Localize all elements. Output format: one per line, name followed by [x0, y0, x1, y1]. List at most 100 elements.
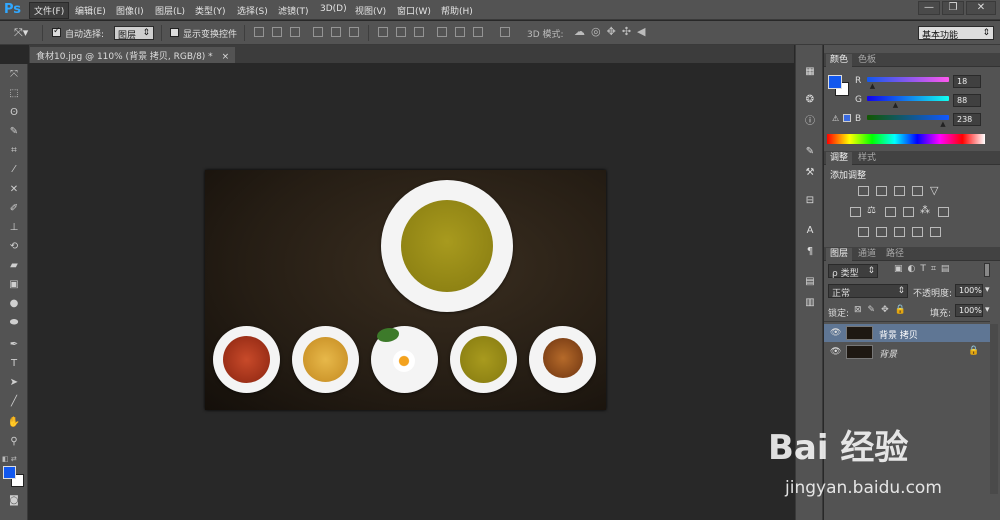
3d-mode-icons[interactable]: ☁◎✥✣◀	[574, 25, 652, 38]
move-tool-icon[interactable]: ⤧	[6, 68, 22, 82]
align-right-icon[interactable]	[349, 27, 359, 37]
path-select-icon[interactable]: ➤	[6, 376, 22, 390]
workspace-dropdown[interactable]: 基本功能 ⇕	[918, 26, 994, 41]
close-tab-icon[interactable]: ×	[222, 52, 230, 62]
layer-row-bg[interactable]: 👁 背景 🔒	[824, 343, 990, 361]
distribute-hcenter-icon[interactable]	[455, 27, 465, 37]
align-top-icon[interactable]	[254, 27, 264, 37]
auto-select-dropdown[interactable]: 图层 ⇕	[114, 26, 154, 41]
hue-saturation-icon[interactable]	[850, 207, 861, 217]
document-image[interactable]	[205, 170, 606, 410]
fill-field[interactable]: 100%	[955, 304, 983, 317]
vibrance-icon[interactable]: ▽	[930, 184, 938, 197]
visibility-eye-icon[interactable]: 👁	[830, 347, 841, 357]
levels-icon[interactable]	[876, 186, 887, 196]
foreground-color-swatch[interactable]	[3, 466, 16, 479]
menu-help[interactable]: 帮助(H)	[441, 4, 473, 17]
brush-panel-icon[interactable]: ✎	[803, 145, 817, 159]
quick-mask-icon[interactable]: ◙	[6, 494, 22, 508]
threshold-icon[interactable]	[894, 227, 905, 237]
menu-file[interactable]: 文件(F)	[29, 2, 70, 19]
gamut-warning-icon[interactable]: ⚠	[832, 114, 839, 123]
fg-color-chip[interactable]	[828, 75, 842, 89]
invert-icon[interactable]	[858, 227, 869, 237]
hand-tool-icon[interactable]: ✋	[6, 416, 22, 430]
align-hcenter-icon[interactable]	[331, 27, 341, 37]
tool-presets-icon[interactable]: ⚒	[803, 166, 817, 180]
default-colors-icon[interactable]: ◧ ⇄	[2, 455, 17, 463]
notes-panel-icon[interactable]: ▥	[803, 296, 817, 310]
selective-color-icon[interactable]	[912, 227, 923, 237]
gradient-tool-icon[interactable]: ▣	[6, 278, 22, 292]
distribute-vcenter-icon[interactable]	[396, 27, 406, 37]
eyedropper-tool-icon[interactable]: ⁄	[6, 163, 22, 177]
brush-tool-icon[interactable]: ✐	[6, 202, 22, 216]
b-slider[interactable]	[867, 115, 949, 120]
tab-styles[interactable]: 样式	[854, 152, 880, 165]
layer-row-bg-copy[interactable]: 👁 背景 拷贝	[824, 324, 990, 342]
menu-layer[interactable]: 图层(L)	[155, 4, 185, 17]
layers-scrollbar[interactable]	[990, 324, 998, 494]
minimize-button[interactable]: —	[918, 1, 940, 15]
g-slider-knob[interactable]: ▲	[893, 101, 898, 109]
healing-brush-icon[interactable]: ✕	[6, 183, 22, 197]
layer-filter-dropdown[interactable]: ρ 类型 ⇕	[828, 264, 878, 279]
auto-align-icon[interactable]	[500, 27, 510, 37]
menu-3d[interactable]: 3D(D)	[320, 4, 347, 14]
channel-mixer-icon[interactable]: ⁂	[920, 205, 930, 216]
character-panel-icon[interactable]: A	[803, 224, 817, 238]
visibility-eye-icon[interactable]: 👁	[830, 328, 841, 338]
align-vcenter-icon[interactable]	[272, 27, 282, 37]
info-panel-icon[interactable]: ⓘ	[803, 115, 817, 129]
tab-channels[interactable]: 通道	[854, 248, 880, 261]
menu-select[interactable]: 选择(S)	[237, 4, 268, 17]
paragraph-panel-icon[interactable]: ¶	[803, 245, 817, 259]
menu-filter[interactable]: 滤镜(T)	[278, 4, 309, 17]
type-tool-icon[interactable]: T	[6, 357, 22, 371]
dodge-tool-icon[interactable]: ⬬	[6, 316, 22, 330]
curves-icon[interactable]	[894, 186, 905, 196]
marquee-tool-icon[interactable]: ⬚	[6, 87, 22, 101]
history-brush-icon[interactable]: ⟲	[6, 240, 22, 254]
zoom-tool-icon[interactable]: ⚲	[6, 435, 22, 449]
history-panel-icon[interactable]: ▦	[803, 65, 817, 79]
lock-options-icons[interactable]: ⊠✎✥🔒	[854, 305, 912, 315]
b-value-field[interactable]: 238	[953, 113, 981, 126]
r-value-field[interactable]: 18	[953, 75, 981, 88]
web-safe-color-chip[interactable]	[843, 114, 851, 122]
blur-tool-icon[interactable]: ●	[6, 297, 22, 311]
restore-button[interactable]: ❐	[942, 1, 964, 15]
layer-filter-icons[interactable]: ▣◐T⌗▤	[894, 264, 954, 274]
clone-stamp-icon[interactable]: ⊥	[6, 221, 22, 235]
opacity-arrow-icon[interactable]: ▾	[985, 285, 990, 295]
gradient-map-icon[interactable]	[930, 227, 941, 237]
distribute-top-icon[interactable]	[378, 27, 388, 37]
tab-swatches[interactable]: 色板	[854, 54, 880, 67]
align-left-icon[interactable]	[313, 27, 323, 37]
b-slider-knob[interactable]: ▲	[940, 120, 945, 128]
menu-type[interactable]: 类型(Y)	[195, 4, 226, 17]
r-slider-knob[interactable]: ▲	[870, 82, 875, 90]
distribute-left-icon[interactable]	[437, 27, 447, 37]
exposure-icon[interactable]	[912, 186, 923, 196]
tab-paths[interactable]: 路径	[882, 248, 908, 261]
document-tab[interactable]: 食材10.jpg @ 110% (背景 拷贝, RGB/8) * ×	[30, 47, 236, 63]
line-tool-icon[interactable]: ╱	[6, 395, 22, 409]
align-bottom-icon[interactable]	[290, 27, 300, 37]
pen-tool-icon[interactable]: ✒	[6, 338, 22, 352]
move-tool-icon[interactable]: ⤧▾	[14, 26, 28, 40]
tab-layers[interactable]: 图层	[826, 248, 853, 261]
color-balance-icon[interactable]: ⚖	[867, 205, 876, 216]
quick-select-tool-icon[interactable]: ✎	[6, 125, 22, 139]
clone-source-icon[interactable]: ⊟	[803, 194, 817, 208]
g-slider[interactable]	[867, 96, 949, 101]
close-window-button[interactable]: ✕	[966, 1, 996, 15]
posterize-icon[interactable]	[876, 227, 887, 237]
color-lookup-icon[interactable]	[938, 207, 949, 217]
distribute-right-icon[interactable]	[473, 27, 483, 37]
show-transform-checkbox[interactable]	[170, 28, 179, 37]
r-slider[interactable]	[867, 77, 949, 82]
tab-adjustments[interactable]: 调整	[826, 152, 853, 165]
g-value-field[interactable]: 88	[953, 94, 981, 107]
color-spectrum-bar[interactable]	[827, 134, 985, 144]
